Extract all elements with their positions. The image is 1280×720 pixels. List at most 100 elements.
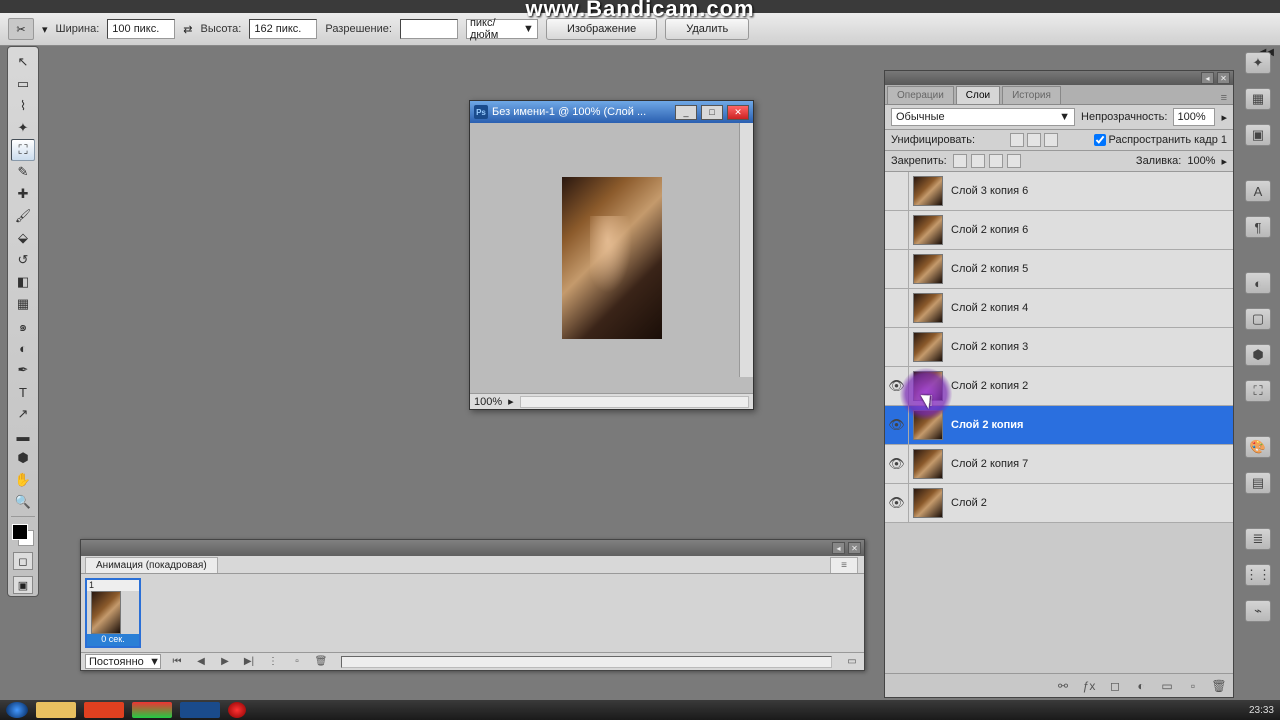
dock-channels-icon[interactable]: ⋮⋮: [1245, 564, 1271, 586]
layer-name[interactable]: Слой 2 копия 5: [947, 263, 1028, 275]
link-layers-icon[interactable]: ⚯: [1055, 679, 1071, 693]
layer-row[interactable]: Слой 2 копия 4: [885, 289, 1233, 328]
delete-layer-icon[interactable]: 🗑: [1211, 679, 1227, 693]
eyedropper-tool[interactable]: ✎: [11, 161, 35, 183]
layer-name[interactable]: Слой 2 копия 2: [947, 380, 1028, 392]
dock-3d-icon[interactable]: ⬢: [1245, 344, 1271, 366]
group-icon[interactable]: ▭: [1159, 679, 1175, 693]
layer-thumbnail[interactable]: [913, 254, 943, 284]
layer-thumbnail[interactable]: [913, 410, 943, 440]
layer-thumbnail[interactable]: [913, 293, 943, 323]
dodge-tool[interactable]: ◐: [11, 337, 35, 359]
new-frame-button[interactable]: ▫: [289, 655, 305, 669]
layer-row[interactable]: Слой 2 копия 6: [885, 211, 1233, 250]
lasso-tool[interactable]: ⌇: [11, 95, 35, 117]
lock-all-icon[interactable]: [1007, 154, 1021, 168]
width-input[interactable]: [107, 19, 175, 39]
layer-row[interactable]: 👁Слой 2: [885, 484, 1233, 523]
resolution-unit-select[interactable]: пикс/дюйм▼: [466, 19, 538, 39]
dock-paths-icon[interactable]: ⌁: [1245, 600, 1271, 622]
panel-collapse-icon[interactable]: ◂: [832, 542, 845, 554]
shape-tool[interactable]: ▬: [11, 425, 35, 447]
taskbar-app-2[interactable]: [84, 702, 124, 718]
tab-history[interactable]: История: [1002, 86, 1061, 104]
minimize-button[interactable]: _: [675, 105, 697, 120]
prev-frame-button[interactable]: ◀: [193, 655, 209, 669]
zoom-tool[interactable]: 🔍: [11, 491, 35, 513]
pen-tool[interactable]: ✒: [11, 359, 35, 381]
adjustment-icon[interactable]: ◐: [1133, 679, 1149, 693]
dock-color-icon[interactable]: 🎨: [1245, 436, 1271, 458]
layer-thumbnail[interactable]: [913, 371, 943, 401]
first-frame-button[interactable]: ⏮: [169, 655, 185, 669]
wand-tool[interactable]: ✦: [11, 117, 35, 139]
visibility-toggle[interactable]: [885, 289, 909, 327]
fx-icon[interactable]: ƒx: [1081, 679, 1097, 693]
play-button[interactable]: ▶: [217, 655, 233, 669]
visibility-toggle[interactable]: 👁: [885, 367, 909, 405]
blur-tool[interactable]: ๑: [11, 315, 35, 337]
doc-info-icon[interactable]: ▸: [508, 395, 514, 408]
move-tool[interactable]: ↖: [11, 51, 35, 73]
panel-close-icon[interactable]: ✕: [848, 542, 861, 554]
frame-delay[interactable]: 0 сек.: [87, 634, 139, 646]
crop-tool[interactable]: ⛶: [11, 139, 35, 161]
layers-collapse-icon[interactable]: ◂: [1201, 72, 1214, 84]
start-button[interactable]: [6, 702, 28, 718]
visibility-toggle[interactable]: [885, 328, 909, 366]
layer-thumbnail[interactable]: [913, 488, 943, 518]
path-tool[interactable]: ↗: [11, 403, 35, 425]
animation-tab[interactable]: Анимация (покадровая): [85, 557, 218, 573]
taskbar-photoshop[interactable]: [180, 702, 220, 718]
type-tool[interactable]: T: [11, 381, 35, 403]
tool-preset-icon[interactable]: ✂: [8, 18, 34, 40]
visibility-toggle[interactable]: 👁: [885, 484, 909, 522]
animation-frame-1[interactable]: 1 0 сек.: [85, 578, 141, 648]
unify-vis-icon[interactable]: [1027, 133, 1041, 147]
history-brush-tool[interactable]: ↺: [11, 249, 35, 271]
layer-row[interactable]: 👁Слой 2 копия 7: [885, 445, 1233, 484]
dock-nav-icon[interactable]: ▣: [1245, 124, 1271, 146]
resolution-input[interactable]: [400, 19, 458, 39]
close-button[interactable]: ✕: [727, 105, 749, 120]
visibility-toggle[interactable]: [885, 211, 909, 249]
dock-cam-icon[interactable]: ▢: [1245, 308, 1271, 330]
taskbar-chrome[interactable]: [132, 702, 172, 718]
tab-actions[interactable]: Операции: [887, 86, 954, 104]
dock-brush-icon[interactable]: ✦: [1245, 52, 1271, 74]
vertical-scrollbar[interactable]: [739, 123, 753, 377]
color-swatches[interactable]: [12, 524, 34, 546]
visibility-toggle[interactable]: [885, 172, 909, 210]
delete-frame-button[interactable]: 🗑: [313, 655, 329, 669]
swap-icon[interactable]: ⇄: [183, 23, 192, 36]
dock-para-icon[interactable]: ¶: [1245, 216, 1271, 238]
maximize-button[interactable]: □: [701, 105, 723, 120]
layer-thumbnail[interactable]: [913, 332, 943, 362]
layer-row[interactable]: 👁Слой 2 копия: [885, 406, 1233, 445]
layers-menu-icon[interactable]: ≡: [1221, 92, 1227, 104]
layer-thumbnail[interactable]: [913, 176, 943, 206]
marquee-tool[interactable]: ▭: [11, 73, 35, 95]
panel-menu-icon[interactable]: ≡: [830, 557, 858, 573]
dock-char-icon[interactable]: A: [1245, 180, 1271, 202]
timeline-toggle-button[interactable]: ▭: [844, 655, 860, 669]
hand-tool[interactable]: ✋: [11, 469, 35, 491]
heal-tool[interactable]: ✚: [11, 183, 35, 205]
brush-tool[interactable]: 🖌: [11, 205, 35, 227]
next-frame-button[interactable]: ▶|: [241, 655, 257, 669]
opacity-input[interactable]: 100%: [1173, 108, 1215, 126]
layer-name[interactable]: Слой 2 копия 6: [947, 224, 1028, 236]
screenmode-toggle[interactable]: ▣: [13, 576, 33, 594]
loop-select[interactable]: Постоянно▼: [85, 654, 161, 669]
mask-icon[interactable]: ◻: [1107, 679, 1123, 693]
quickmask-toggle[interactable]: ◻: [13, 552, 33, 570]
tab-layers[interactable]: Слои: [956, 86, 1000, 104]
taskbar-record[interactable]: [228, 702, 246, 718]
layer-thumbnail[interactable]: [913, 215, 943, 245]
visibility-toggle[interactable]: [885, 250, 909, 288]
eraser-tool[interactable]: ◧: [11, 271, 35, 293]
layer-row[interactable]: Слой 3 копия 6: [885, 172, 1233, 211]
dock-swatches-icon[interactable]: ▤: [1245, 472, 1271, 494]
layer-thumbnail[interactable]: [913, 449, 943, 479]
layers-close-icon[interactable]: ✕: [1217, 72, 1230, 84]
